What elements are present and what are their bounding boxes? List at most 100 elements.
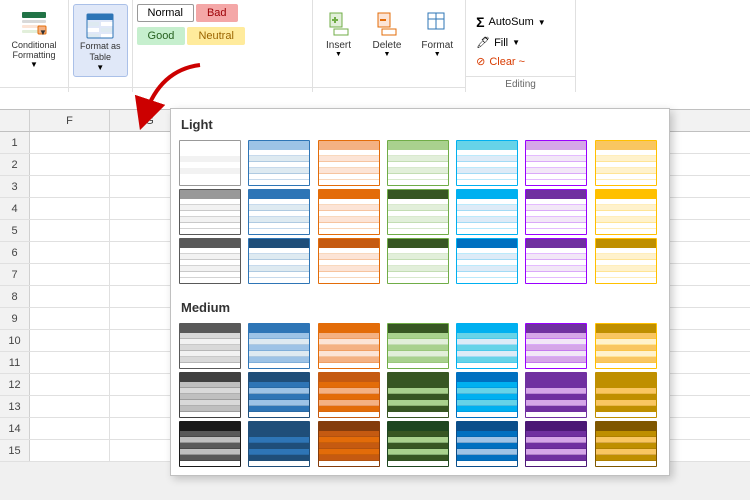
col-F: F <box>30 110 110 131</box>
bad-style[interactable]: Bad <box>196 4 238 22</box>
cf-dropdown-arrow: ▼ <box>30 60 38 69</box>
cell[interactable] <box>30 374 110 395</box>
fat-dropdown-arrow: ▼ <box>96 63 104 72</box>
table-style-swatch[interactable] <box>456 323 518 369</box>
table-style-swatch[interactable] <box>248 140 310 186</box>
cell[interactable] <box>30 198 110 219</box>
conditional-formatting-group: ▼ Conditional Formatting ▼ <box>0 0 69 92</box>
table-style-swatch[interactable] <box>525 421 587 467</box>
table-style-swatch[interactable] <box>318 323 380 369</box>
table-style-swatch[interactable] <box>387 238 449 284</box>
delete-arrow: ▼ <box>384 51 391 58</box>
table-style-swatch[interactable] <box>387 140 449 186</box>
medium-swatches-grid <box>171 319 669 475</box>
conditional-formatting-icon: ▼ <box>18 8 50 40</box>
insert-button[interactable]: Insert ▼ <box>317 4 361 62</box>
table-style-swatch[interactable] <box>525 140 587 186</box>
cell[interactable] <box>30 154 110 175</box>
table-style-swatch[interactable] <box>595 140 657 186</box>
table-style-swatch[interactable] <box>248 323 310 369</box>
format-as-table-icon <box>84 9 116 41</box>
cell[interactable] <box>30 132 110 153</box>
table-style-swatch[interactable] <box>525 323 587 369</box>
table-style-swatch[interactable] <box>595 323 657 369</box>
cell[interactable] <box>30 352 110 373</box>
table-style-swatch[interactable] <box>525 189 587 235</box>
cell[interactable] <box>30 330 110 351</box>
table-style-swatch[interactable] <box>456 189 518 235</box>
table-style-swatch[interactable] <box>595 238 657 284</box>
table-style-swatch[interactable] <box>318 238 380 284</box>
cell[interactable] <box>30 220 110 241</box>
table-style-swatch[interactable] <box>248 238 310 284</box>
cell[interactable] <box>30 286 110 307</box>
table-style-swatch[interactable] <box>387 372 449 418</box>
table-style-swatch[interactable] <box>179 323 241 369</box>
table-style-swatch[interactable] <box>318 140 380 186</box>
format-table-dropdown[interactable]: Light Medium <box>170 108 670 476</box>
sigma-icon: Σ <box>476 14 484 30</box>
table-style-swatch[interactable] <box>179 421 241 467</box>
delete-button[interactable]: Delete ▼ <box>365 4 410 62</box>
light-swatches-grid <box>171 136 669 292</box>
insert-arrow: ▼ <box>335 51 342 58</box>
clear-label: Clear ~ <box>489 56 525 68</box>
good-style[interactable]: Good <box>137 27 186 45</box>
fill-label: Fill <box>494 37 508 49</box>
clear-button[interactable]: ⊘ Clear ~ <box>470 53 531 70</box>
table-style-swatch[interactable] <box>456 238 518 284</box>
table-style-swatch[interactable] <box>387 189 449 235</box>
format-label: Format <box>421 40 453 51</box>
table-style-swatch[interactable] <box>179 189 241 235</box>
table-style-swatch[interactable] <box>318 189 380 235</box>
ribbon: ▼ Conditional Formatting ▼ <box>0 0 750 92</box>
medium-section-label: Medium <box>171 292 669 319</box>
table-style-swatch[interactable] <box>248 421 310 467</box>
cell[interactable] <box>30 440 110 461</box>
table-style-swatch[interactable] <box>179 238 241 284</box>
fill-icon: 🖊 <box>476 36 490 49</box>
fill-button[interactable]: 🖊 Fill ▼ <box>470 34 526 51</box>
table-style-swatch[interactable] <box>248 372 310 418</box>
conditional-formatting-button[interactable]: ▼ Conditional Formatting ▼ <box>4 4 64 73</box>
table-style-swatch[interactable] <box>525 372 587 418</box>
table-style-swatch[interactable] <box>387 421 449 467</box>
format-as-table-button[interactable]: Format as Table ▼ <box>73 4 128 77</box>
table-style-swatch[interactable] <box>595 372 657 418</box>
cell[interactable] <box>30 418 110 439</box>
table-style-swatch[interactable] <box>456 140 518 186</box>
delete-label: Delete <box>373 40 402 51</box>
table-style-swatch[interactable] <box>595 421 657 467</box>
format-button[interactable]: Format ▼ <box>413 4 461 62</box>
group-label-cells <box>313 87 466 92</box>
table-style-swatch[interactable] <box>318 421 380 467</box>
format-as-table-group: Format as Table ▼ <box>69 0 133 92</box>
table-style-swatch[interactable] <box>248 189 310 235</box>
delete-icon <box>376 8 398 40</box>
table-style-swatch[interactable] <box>525 238 587 284</box>
cell[interactable] <box>30 308 110 329</box>
cf-label: Conditional Formatting <box>11 40 56 60</box>
cell[interactable] <box>30 264 110 285</box>
cell[interactable] <box>30 242 110 263</box>
table-style-swatch[interactable] <box>456 421 518 467</box>
table-style-swatch[interactable] <box>456 372 518 418</box>
neutral-style[interactable]: Neutral <box>187 27 244 45</box>
table-style-swatch[interactable] <box>179 372 241 418</box>
cell[interactable] <box>30 176 110 197</box>
editing-group: Σ AutoSum ▼ 🖊 Fill ▼ ⊘ Clear ~ Editing <box>466 0 576 92</box>
table-style-swatch[interactable] <box>387 323 449 369</box>
light-section-label: Light <box>171 109 669 136</box>
insert-icon <box>328 8 350 40</box>
autosum-label: AutoSum <box>489 16 534 28</box>
fill-arrow: ▼ <box>512 38 520 47</box>
cell[interactable] <box>30 396 110 417</box>
table-style-swatch[interactable] <box>179 140 241 186</box>
normal-style[interactable]: Normal <box>137 4 194 22</box>
autosum-button[interactable]: Σ AutoSum ▼ <box>470 12 552 32</box>
table-style-swatch[interactable] <box>318 372 380 418</box>
clear-icon: ⊘ <box>476 55 485 68</box>
autosum-arrow: ▼ <box>538 18 546 27</box>
format-icon <box>426 8 448 40</box>
table-style-swatch[interactable] <box>595 189 657 235</box>
